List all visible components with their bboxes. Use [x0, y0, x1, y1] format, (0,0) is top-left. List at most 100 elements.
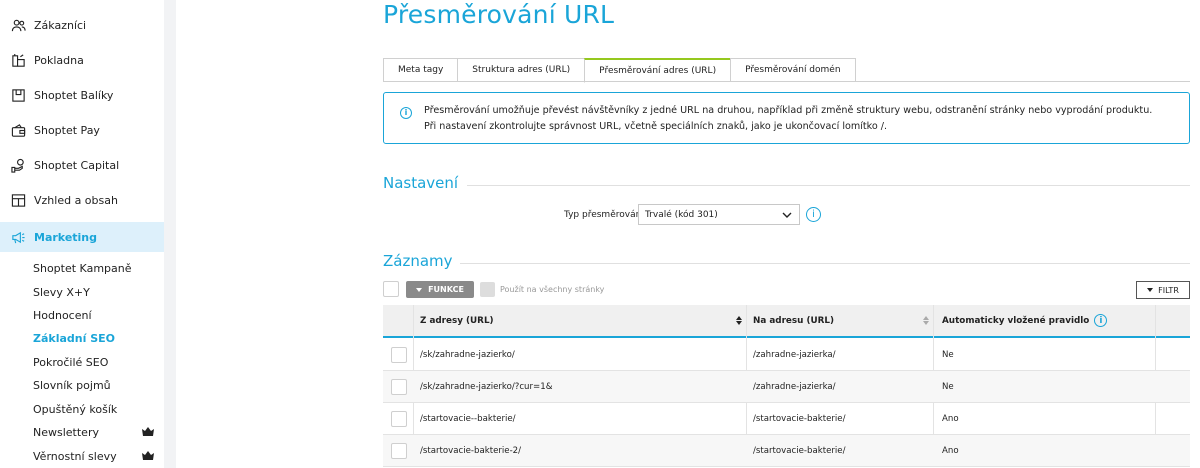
page-title: Přesměrování URL — [383, 0, 615, 29]
apply-all-pages-checkbox[interactable] — [480, 282, 495, 297]
cell-auto: Ne — [942, 382, 954, 392]
auto-rule-help-icon[interactable]: i — [1094, 314, 1108, 327]
main-content: Přesměrování URL Meta tagy Struktura adr… — [176, 0, 1200, 468]
sidebar-subitem-label: Newslettery — [33, 425, 99, 439]
sidebar-item-shoptet-packages[interactable]: Shoptet Balíky — [0, 80, 164, 110]
cell-auto: Ano — [942, 446, 959, 456]
sidebar-subitem-label: Věrnostní slevy — [33, 449, 117, 463]
sidebar-item-shoptet-pay[interactable]: Shoptet Pay — [0, 115, 164, 145]
app-root: Zákazníci Pokladna Shoptet Balíky Shopte… — [0, 0, 1200, 468]
tab-divider — [383, 81, 1190, 82]
megaphone-icon — [10, 229, 26, 245]
sidebar-subitem-label: Základní SEO — [33, 331, 116, 345]
redirect-type-help-icon[interactable]: i — [806, 207, 821, 222]
sidebar-subitem-label: Opuštěný košík — [33, 402, 118, 416]
cell-auto: Ano — [942, 414, 959, 424]
sidebar-item-marketing[interactable]: Marketing — [0, 222, 164, 252]
cell-from: /sk/zahradne-jazierko/?cur=1& — [420, 382, 553, 392]
sidebar-item-label: Shoptet Pay — [34, 123, 100, 137]
records-section-title: Záznamy — [383, 252, 453, 270]
section-divider — [467, 185, 1190, 186]
cell-to: /startovacie-bakterie/ — [753, 446, 846, 456]
sort-icon[interactable] — [923, 316, 929, 325]
cash-register-icon — [10, 52, 26, 68]
sidebar-subitem-abandoned-cart[interactable]: Opuštěný košík — [33, 399, 164, 419]
sidebar-subitem-label: Slevy X+Y — [33, 285, 90, 299]
table-row[interactable]: /sk/zahradne-jazierko/ /zahradne-jazierk… — [383, 339, 1190, 371]
redirect-type-select[interactable]: Trvalé (kód 301) — [638, 204, 800, 225]
info-text-line2: Při nastavení zkontrolujte správnost URL… — [424, 121, 888, 132]
sidebar-item-label: Pokladna — [34, 53, 84, 67]
apply-all-pages-label: Použít na všechny stránky — [500, 285, 605, 294]
cell-from: /sk/zahradne-jazierko/ — [420, 350, 515, 360]
cell-to: /zahradne-jazierka/ — [753, 350, 836, 360]
sidebar-subitem-advanced-seo[interactable]: Pokročilé SEO — [33, 352, 164, 372]
sidebar-item-cash-register[interactable]: Pokladna — [0, 45, 164, 75]
cell-from: /startovacie-bakterie-2/ — [420, 446, 522, 456]
cell-from: /startovacie--bakterie/ — [420, 414, 516, 424]
users-icon — [10, 17, 26, 33]
filter-button[interactable]: FILTR — [1136, 281, 1190, 299]
settings-section-title: Nastavení — [383, 174, 459, 192]
filter-button-label: FILTR — [1158, 285, 1179, 295]
package-icon — [10, 87, 26, 103]
column-header-label: Z adresy (URL) — [420, 315, 494, 326]
tab-url-redirects[interactable]: Přesměrování adres (URL) — [584, 58, 731, 83]
crown-icon — [142, 451, 154, 460]
cell-auto: Ne — [942, 350, 954, 360]
sidebar-subitem-newsletters[interactable]: Newslettery — [33, 422, 164, 442]
cell-to: /startovacie-bakterie/ — [753, 414, 846, 424]
sidebar-subitem-discounts[interactable]: Slevy X+Y — [33, 282, 164, 302]
tab-meta-tags[interactable]: Meta tagy — [383, 58, 458, 82]
cell-to: /zahradne-jazierka/ — [753, 382, 836, 392]
table-row[interactable]: /startovacie-bakterie-2/ /startovacie-ba… — [383, 435, 1190, 467]
sidebar-subitem-basic-seo[interactable]: Základní SEO — [33, 328, 164, 348]
sidebar-subitem-label: Slovník pojmů — [33, 378, 111, 392]
sidebar-item-label: Shoptet Balíky — [34, 88, 114, 102]
sidebar-subitem-reviews[interactable]: Hodnocení — [33, 305, 164, 325]
sidebar-subitem-label: Shoptet Kampaně — [33, 261, 132, 275]
sidebar-subitem-label: Hodnocení — [33, 308, 92, 322]
money-hand-icon — [10, 157, 26, 173]
sidebar-item-label: Vzhled a obsah — [34, 193, 118, 207]
sort-icon[interactable] — [736, 316, 742, 325]
caret-down-icon — [1147, 288, 1154, 292]
section-divider — [460, 263, 1190, 264]
info-icon: i — [400, 107, 412, 119]
sidebar-item-customers[interactable]: Zákazníci — [0, 10, 164, 40]
row-checkbox[interactable] — [391, 347, 407, 363]
layout-icon — [10, 192, 26, 208]
column-header-label: Na adresu (URL) — [753, 315, 835, 326]
column-header-to[interactable]: Na adresu (URL) — [753, 305, 834, 336]
table-row[interactable]: /sk/zahradne-jazierko/?cur=1& /zahradne-… — [383, 371, 1190, 403]
tab-url-structure[interactable]: Struktura adres (URL) — [457, 58, 585, 82]
table-row[interactable]: /startovacie--bakterie/ /startovacie-bak… — [383, 403, 1190, 435]
info-text-line1: Přesměrování umožňuje převést návštěvník… — [424, 105, 1153, 116]
sidebar-subitem-loyalty-discounts[interactable]: Věrnostní slevy — [33, 446, 164, 466]
column-header-auto-rule: Automaticky vložené pravidlo i — [942, 305, 1108, 336]
sidebar-subitem-glossary[interactable]: Slovník pojmů — [33, 375, 164, 395]
row-checkbox[interactable] — [391, 443, 407, 459]
crown-icon — [142, 427, 154, 436]
funkce-button[interactable]: FUNKCE — [406, 281, 474, 298]
sidebar-subitem-label: Pokročilé SEO — [33, 355, 109, 369]
row-checkbox[interactable] — [391, 379, 407, 395]
column-header-from[interactable]: Z adresy (URL) — [420, 305, 494, 336]
sidebar-subitem-campaigns[interactable]: Shoptet Kampaně — [33, 258, 164, 278]
sidebar-item-shoptet-capital[interactable]: Shoptet Capital — [0, 150, 164, 180]
redirect-type-label: Typ přesměrování — [564, 210, 644, 220]
tab-domain-redirects[interactable]: Přesměrování domén — [730, 58, 856, 82]
sidebar-nav: Zákazníci Pokladna Shoptet Balíky Shopte… — [0, 0, 164, 468]
redirect-type-value: Trvalé (kód 301) — [645, 210, 718, 220]
info-box: i Přesměrování umožňuje převést návštěvn… — [383, 92, 1190, 144]
chevron-down-icon — [782, 212, 792, 218]
tab-bar: Meta tagy Struktura adres (URL) Přesměro… — [383, 58, 856, 83]
column-header-label: Automaticky vložené pravidlo — [942, 315, 1090, 326]
sidebar-item-label: Marketing — [34, 230, 98, 244]
funkce-button-label: FUNKCE — [428, 285, 464, 294]
sidebar-item-label: Shoptet Capital — [34, 158, 120, 172]
caret-down-icon — [416, 287, 423, 292]
row-checkbox[interactable] — [391, 411, 407, 427]
sidebar-item-appearance[interactable]: Vzhled a obsah — [0, 185, 164, 215]
select-all-checkbox[interactable] — [383, 281, 399, 297]
